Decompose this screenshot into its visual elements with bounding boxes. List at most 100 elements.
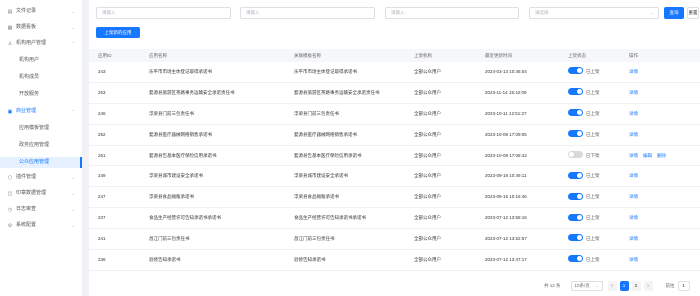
status-text: 已上架 [586, 69, 600, 74]
cell-owner: 全部公众用户 [414, 194, 441, 200]
cell-id: 249 [98, 173, 106, 179]
col-header-time[interactable]: 最近更新时间 [476, 49, 559, 62]
detail-link[interactable]: 详情 [629, 153, 638, 158]
cell-status: 已上架 [559, 229, 620, 249]
sidebar-item-label: 应用模板管理 [19, 125, 50, 131]
col-header-id[interactable]: 应用ID [89, 49, 140, 62]
cell-actions: 详情 编辑 删除 [620, 146, 700, 166]
status-text: 已上架 [586, 257, 600, 263]
status-toggle[interactable] [568, 234, 583, 242]
delete-link[interactable]: 删除 [657, 153, 666, 158]
search-button[interactable]: 查询 [664, 7, 684, 19]
detail-link[interactable]: 详情 [629, 173, 638, 178]
cell-id: 252 [98, 131, 106, 137]
cell-actions: 详情 [620, 62, 700, 82]
placeholder-text: 请输入 [102, 10, 116, 15]
sidebar-item-seal-data-mgmt[interactable]: ◫ 印章数据管理 ⌄ [0, 188, 82, 199]
gear-icon: ⚙ [7, 222, 13, 229]
col-header-owner[interactable]: 上架机构 [405, 49, 476, 62]
goto-label: 前往 [665, 283, 675, 288]
sidebar-item-open-service[interactable]: 开放服务 [0, 89, 82, 100]
next-page-button[interactable]: > [643, 281, 653, 291]
status-toggle[interactable] [568, 171, 583, 179]
sidebar-item-plugin-mgmt[interactable]: ⬡ 插件管理 ⌄ [0, 172, 82, 183]
cell-template: 食品生产经营许可告知承诺书承诺书 [294, 215, 366, 221]
cell-template: 昌江门前三包责任书 [294, 236, 335, 242]
chevron-down-icon: ⌄ [71, 25, 75, 30]
cell-name: 婺源县告基本医疗保险信用承诺书 [149, 152, 217, 158]
detail-link[interactable]: 详情 [629, 215, 638, 220]
cell-template: 浮梁县城市建设安全承诺书 [294, 173, 348, 179]
detail-link[interactable]: 详情 [629, 257, 638, 262]
status-text: 已上架 [586, 131, 600, 137]
chevron-up-icon: ⌃ [71, 41, 75, 46]
table-header: 应用ID 应用名称 关联模板名称 上架机构 最近更新时间 上架状态 操作 [89, 49, 700, 62]
status-text: 已下架 [586, 152, 600, 158]
col-header-template[interactable]: 关联模板名称 [285, 49, 405, 62]
status-toggle[interactable] [568, 255, 583, 263]
filter-app-name-input[interactable]: 请输入 [240, 7, 375, 19]
cell-actions: 详情 [620, 83, 700, 103]
placeholder-text: 请输入 [246, 10, 260, 15]
goto-page-input[interactable]: 1 [677, 281, 690, 291]
status-toggle[interactable] [568, 192, 583, 200]
detail-link[interactable]: 详情 [629, 236, 638, 241]
cell-status: 已上架 [559, 125, 620, 145]
table-row: 237 食品生产经营许可告知承诺书承诺书 食品生产经营许可告知承诺书承诺书 全部公众用… [89, 208, 700, 230]
cell-template: 婺源县医疗器械网络销售承诺书 [294, 131, 357, 137]
status-toggle[interactable] [568, 129, 583, 137]
page-size-select[interactable]: 10条/页 ⌄ [570, 281, 603, 291]
cell-id: 251 [98, 152, 106, 158]
cell-id: 237 [98, 215, 106, 221]
cell-status: 已下架 [559, 146, 620, 166]
cell-time: 2023-10-09 17:08:43 [485, 152, 527, 158]
page-1-button[interactable]: 1 [619, 281, 629, 291]
cell-id: 246 [98, 110, 106, 116]
add-app-button[interactable]: 上架新的应用 [96, 27, 140, 38]
table-row: 249 浮梁县城市建设安全承诺书 浮梁县城市建设安全承诺书 全部公众用户 2023-09… [89, 166, 700, 188]
sidebar-item-public-app-mgmt[interactable]: 公众应用管理 [0, 157, 82, 168]
sidebar-item-data-board[interactable]: ▦ 数据看板 ⌄ [0, 22, 82, 33]
filter-template-name-input[interactable]: 请输入 [385, 7, 519, 19]
table-body: 243 乐平市市场主体登记取得承诺书 乐平市市场主体登记取得承诺书 全部公众用户 202… [89, 62, 700, 271]
apps-table: 应用ID 应用名称 关联模板名称 上架机构 最近更新时间 上架状态 操作 243… [89, 49, 700, 271]
status-text: 已上架 [586, 89, 600, 95]
sidebar-item-app-template-mgmt[interactable]: 应用模板管理 [0, 123, 82, 134]
chevron-down-icon: ⌄ [71, 207, 75, 212]
status-toggle[interactable] [568, 109, 583, 117]
detail-link[interactable]: 详情 [629, 69, 638, 74]
filter-status-select[interactable]: 请选择 ⌄ [529, 7, 659, 19]
filter-app-id-input[interactable]: 请输入 [96, 7, 231, 19]
status-toggle[interactable] [568, 150, 583, 158]
cell-owner: 全部公众用户 [414, 257, 441, 263]
placeholder-text: 请输入 [391, 10, 405, 15]
page-2-button[interactable]: 2 [631, 281, 641, 291]
detail-link[interactable]: 详情 [629, 111, 638, 116]
sidebar-item-org-users[interactable]: 机构用户 [0, 55, 82, 66]
prev-page-button[interactable]: < [607, 281, 617, 291]
placeholder-text: 请选择 [535, 10, 549, 15]
sidebar-item-org-members[interactable]: 机构成员 [0, 72, 82, 83]
detail-link[interactable]: 详情 [629, 194, 638, 199]
col-header-status[interactable]: 上架状态 [559, 49, 620, 62]
detail-link[interactable]: 详情 [629, 90, 638, 95]
col-header-name[interactable]: 应用名称 [140, 49, 285, 62]
detail-link[interactable]: 详情 [629, 132, 638, 137]
sidebar-item-gov-app-mgmt[interactable]: 政务应用管理 [0, 140, 82, 151]
sidebar-item-log-audit[interactable]: ◷ 日志审查 ⌄ [0, 204, 82, 215]
status-toggle[interactable] [568, 88, 583, 96]
cell-status: 已上架 [559, 166, 620, 186]
sidebar-item-label: 公众应用管理 [19, 159, 50, 165]
sidebar-item-business-mgmt[interactable]: ▣ 商业管理 ⌃ [0, 106, 82, 117]
sidebar-item-label: 系统配置 [16, 222, 37, 228]
table-row: 247 浮梁县食品摊贩承诺书 浮梁县食品摊贩承诺书 全部公众用户 2023-09-15 … [89, 187, 700, 209]
cell-owner: 全部公众用户 [414, 110, 441, 116]
status-toggle[interactable] [568, 213, 583, 221]
reset-button[interactable]: 重置 [687, 7, 699, 19]
sidebar-item-system-config[interactable]: ⚙ 系统配置 ⌄ [0, 220, 82, 231]
sidebar-item-org-user-mgmt[interactable]: ♙ 机构用户管理 ⌃ [0, 38, 82, 49]
status-toggle[interactable] [568, 67, 583, 75]
sidebar-item-file-records[interactable]: ▤ 文件记录 ⌄ [0, 6, 82, 17]
chevron-down-icon: ⌄ [71, 9, 75, 14]
edit-link[interactable]: 编辑 [643, 153, 652, 158]
